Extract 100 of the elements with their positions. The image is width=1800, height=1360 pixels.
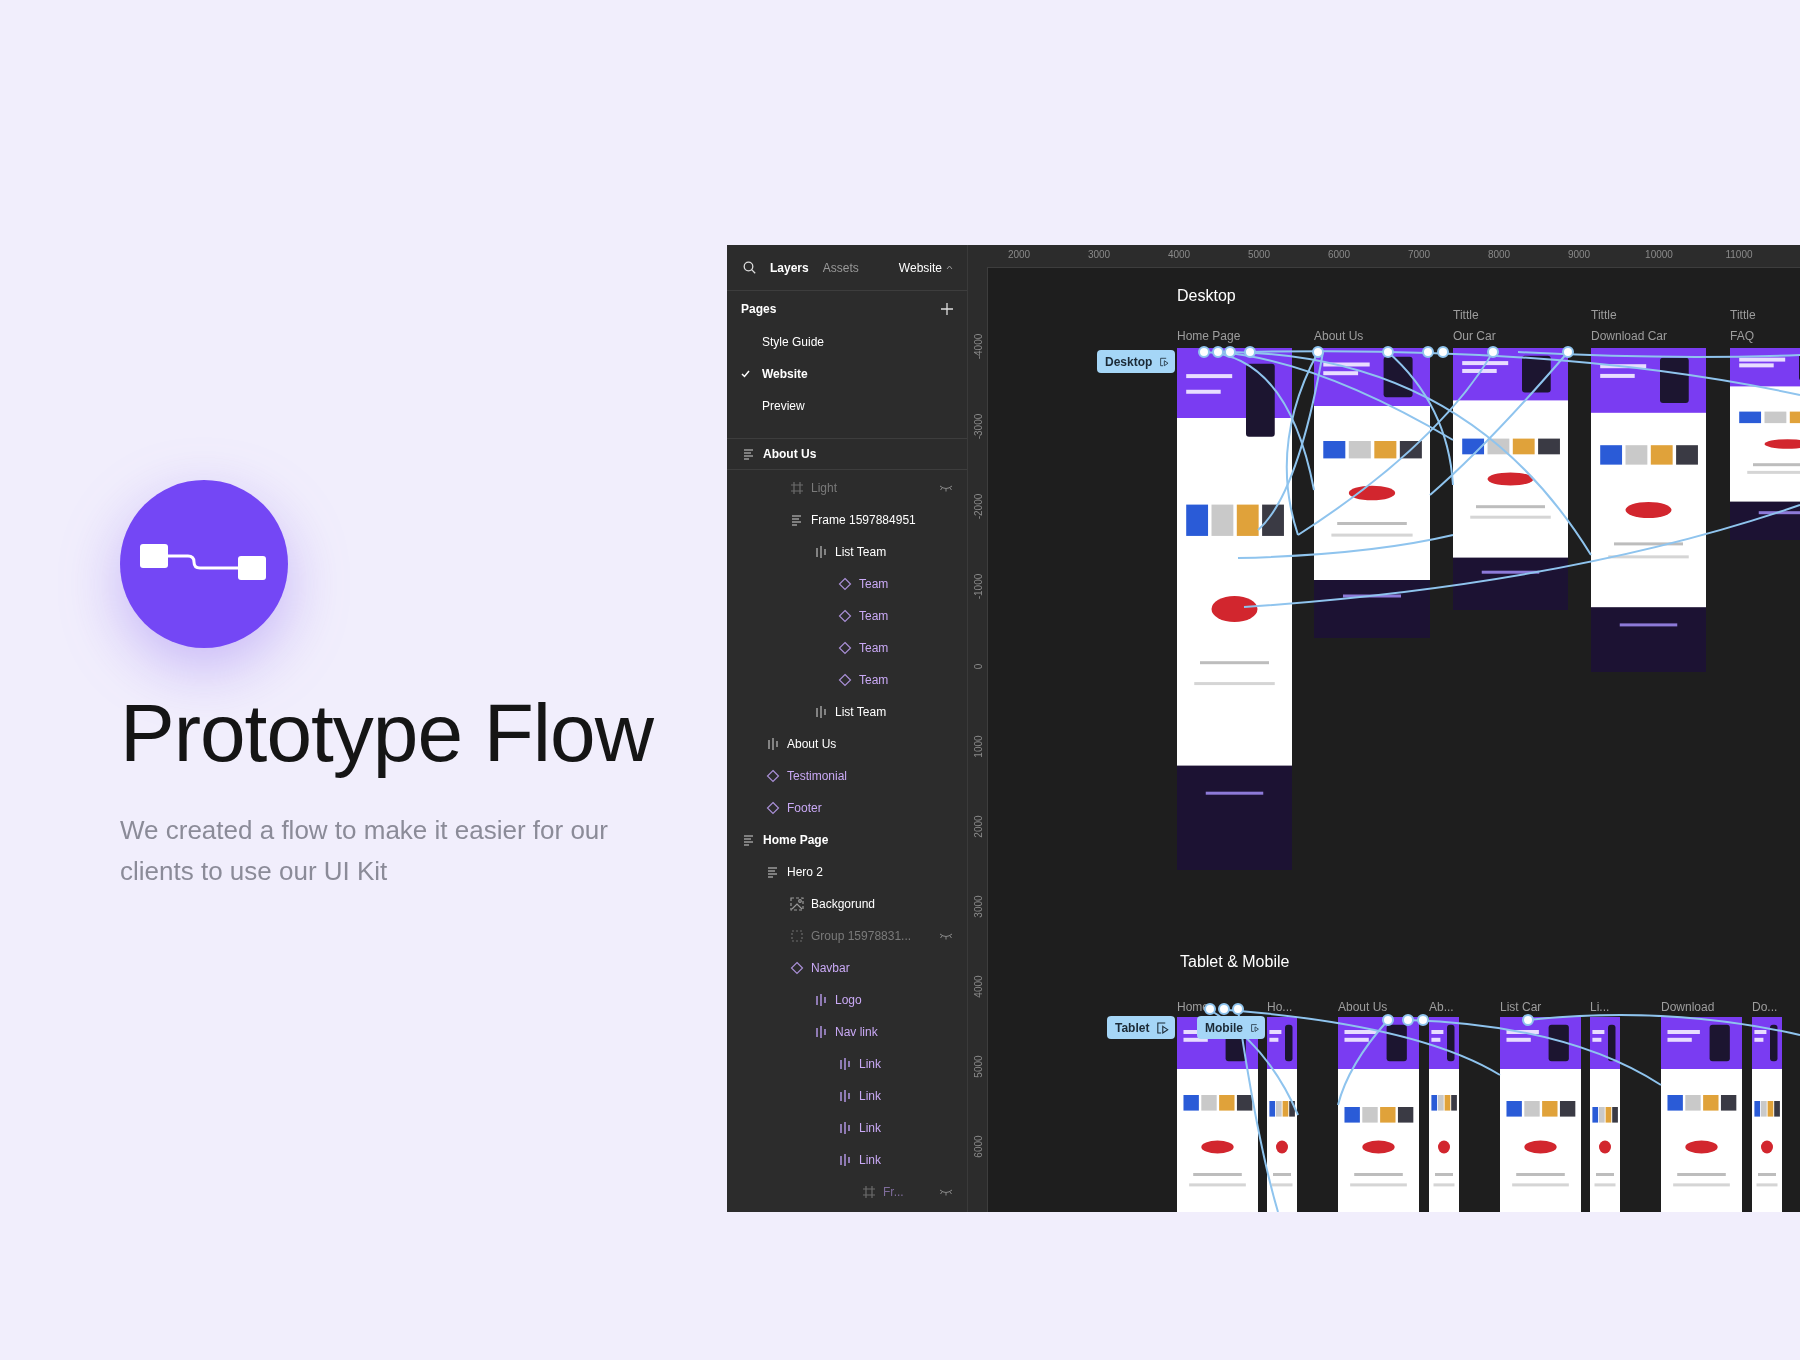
layer-name[interactable]: Team — [859, 577, 889, 591]
ruler-label: 3000 — [1087, 249, 1111, 260]
layer-name[interactable]: Link — [859, 1057, 881, 1071]
connection-handle[interactable] — [1417, 1014, 1429, 1026]
connection-handle[interactable] — [1562, 346, 1574, 358]
layer-name[interactable]: Logo — [835, 993, 862, 1007]
diamond-icon — [837, 672, 853, 688]
layer-name[interactable]: Team — [859, 673, 889, 687]
connection-handle[interactable] — [1218, 1003, 1230, 1015]
search-icon[interactable] — [743, 261, 756, 274]
layer-name[interactable]: Team — [859, 641, 889, 655]
horizontal-layout-icon — [813, 1024, 829, 1040]
frame-title: FAQ — [1730, 329, 1754, 343]
frame-title: List Car — [1500, 1000, 1542, 1014]
hidden-eye-icon[interactable] — [939, 1188, 953, 1196]
layer-name[interactable]: Link — [859, 1089, 881, 1103]
ruler-label: 8000 — [1487, 249, 1511, 260]
layer-name[interactable]: Testimonial — [787, 769, 848, 783]
page-item[interactable]: Preview — [727, 390, 967, 422]
ruler-label: 9000 — [1567, 249, 1591, 260]
connection-handle[interactable] — [1232, 1003, 1244, 1015]
ruler-label: 6000 — [1327, 249, 1351, 260]
page-item[interactable]: Website — [727, 358, 967, 390]
connection-handle[interactable] — [1382, 1014, 1394, 1026]
caret-icon — [946, 265, 953, 270]
layer-name[interactable]: Backgorund — [811, 897, 876, 911]
ruler-label: 10000 — [1645, 249, 1673, 260]
diamond-icon — [765, 768, 781, 784]
check-icon — [741, 370, 750, 378]
page-dropdown[interactable]: Website — [898, 260, 953, 275]
diamond-icon — [837, 608, 853, 624]
frame-title: About Us — [1338, 1000, 1388, 1014]
section-title: Desktop — [1177, 287, 1236, 305]
connection-handle[interactable] — [1382, 346, 1394, 358]
page-item[interactable]: Style Guide — [727, 326, 967, 358]
diamond-icon — [765, 800, 781, 816]
add-icon[interactable] — [941, 302, 953, 315]
frame-title: About Us — [1314, 329, 1364, 343]
section-name[interactable]: Home Page — [763, 833, 829, 847]
layer-name[interactable]: Navbar — [811, 961, 850, 975]
ruler-label: -3000 — [972, 412, 984, 442]
connection-handle[interactable] — [1422, 346, 1434, 358]
diamond-icon — [837, 576, 853, 592]
layer-name[interactable]: Team — [859, 609, 889, 623]
layer-name[interactable]: Link — [859, 1121, 881, 1135]
image-icon — [789, 896, 805, 912]
connection-handle[interactable] — [1198, 346, 1210, 358]
section-title: Tablet & Mobile — [1180, 953, 1290, 971]
ruler-label: -1000 — [972, 572, 984, 602]
section-name[interactable]: About Us — [763, 447, 817, 461]
horizontal-layout-icon — [837, 1088, 853, 1104]
ruler-label: 7000 — [1407, 249, 1431, 260]
ruler-label: 2000 — [972, 814, 984, 840]
layer-name[interactable]: Hero 2 — [787, 865, 824, 879]
panel-tab[interactable]: Assets — [822, 260, 859, 275]
frame-title: Ho... — [1267, 1000, 1293, 1014]
ruler-label: 3000 — [972, 894, 984, 920]
layer-name[interactable]: List Team — [835, 705, 887, 719]
hidden-eye-icon[interactable] — [939, 932, 953, 940]
diamond-icon — [837, 640, 853, 656]
ruler-label: 11000 — [1725, 249, 1753, 260]
ruler-label: 4000 — [972, 974, 984, 1000]
connection-handle[interactable] — [1224, 346, 1236, 358]
pages-heading: Pages — [741, 301, 777, 316]
frame-title: Download Car — [1591, 329, 1668, 343]
ruler-label: 6000 — [972, 1134, 984, 1160]
horizontal-layout-icon — [813, 704, 829, 720]
connection-handle[interactable] — [1437, 346, 1449, 358]
frame-title: Home Page — [1177, 329, 1241, 343]
hidden-eye-icon[interactable] — [939, 484, 953, 492]
frame-caption: Tittle — [1730, 308, 1756, 322]
ruler-label: -2000 — [972, 492, 984, 522]
ruler-label: -4000 — [972, 332, 984, 362]
connection-handle[interactable] — [1312, 346, 1324, 358]
layer-name[interactable]: Frame 1597884951 — [811, 513, 916, 527]
diamond-icon — [789, 960, 805, 976]
connection-handle[interactable] — [1522, 1014, 1534, 1026]
flow-start-button[interactable]: Mobile — [1197, 1016, 1265, 1039]
layer-name[interactable]: List Team — [835, 545, 887, 559]
frame-title: Ab... — [1429, 1000, 1454, 1014]
frame-icon — [861, 1184, 877, 1200]
layer-name[interactable]: Footer — [787, 801, 822, 815]
flow-logo-icon — [120, 480, 288, 648]
horizontal-layout-icon — [837, 1056, 853, 1072]
layer-name[interactable]: About Us — [787, 737, 837, 751]
connection-handle[interactable] — [1487, 346, 1499, 358]
connection-handle[interactable] — [1402, 1014, 1414, 1026]
flow-start-button[interactable]: Desktop — [1097, 350, 1175, 373]
connection-handle[interactable] — [1212, 346, 1224, 358]
connection-handle[interactable] — [1244, 346, 1256, 358]
layer-name[interactable]: Nav link — [835, 1025, 878, 1039]
frame-title: Download — [1661, 1000, 1715, 1014]
flow-start-button[interactable]: Tablet — [1107, 1016, 1175, 1039]
panel-tab[interactable]: Layers — [770, 260, 809, 275]
layer-name[interactable]: Link — [859, 1153, 881, 1167]
page-title: Prototype Flow — [120, 686, 655, 780]
frame-icon — [789, 480, 805, 496]
horizontal-layout-icon — [765, 736, 781, 752]
frame-title: Our Car — [1453, 329, 1496, 343]
horizontal-layout-icon — [837, 1120, 853, 1136]
